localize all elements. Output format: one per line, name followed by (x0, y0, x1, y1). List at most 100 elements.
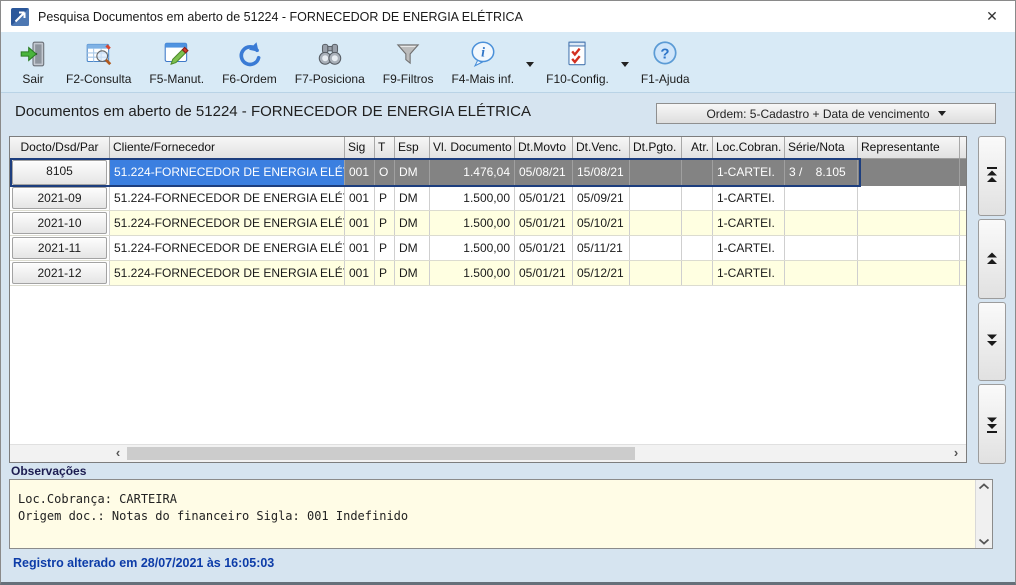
horizontal-scrollbar[interactable]: ‹ › (10, 444, 966, 462)
table-cell[interactable] (630, 159, 682, 186)
page-down-button[interactable] (978, 302, 1006, 382)
table-cell[interactable]: 001 (345, 159, 375, 186)
table-cell[interactable] (630, 236, 682, 260)
table-cell[interactable] (960, 236, 967, 260)
table-cell[interactable] (960, 186, 967, 210)
table-cell[interactable] (630, 211, 682, 235)
docto-button[interactable]: 2021-12 (12, 262, 107, 284)
table-cell[interactable]: 001 (345, 211, 375, 235)
table-cell[interactable] (785, 211, 858, 235)
table-cell[interactable]: 001 (345, 236, 375, 260)
table-cell[interactable]: 1.476,04 (430, 159, 515, 186)
table-cell[interactable]: P (375, 211, 395, 235)
column-header-s-rie-nota[interactable]: Série/Nota (785, 137, 858, 158)
table-cell[interactable] (960, 159, 967, 186)
config-dropdown-button[interactable] (618, 60, 632, 69)
table-cell[interactable]: 05/01/21 (515, 211, 573, 235)
table-cell[interactable] (858, 236, 960, 260)
table-cell[interactable]: 1-CARTEI. (713, 211, 785, 235)
close-button[interactable]: ✕ (975, 4, 1009, 29)
table-cell[interactable]: 1-CARTEI. (713, 159, 785, 186)
table-cell[interactable]: DM (395, 236, 430, 260)
table-row[interactable]: 2021-1051.224-FORNECEDOR DE ENERGIA ELÉT… (10, 211, 966, 236)
table-cell[interactable] (960, 261, 967, 285)
table-row[interactable]: 2021-1151.224-FORNECEDOR DE ENERGIA ELÉT… (10, 236, 966, 261)
table-row[interactable]: 2021-0951.224-FORNECEDOR DE ENERGIA ELÉT… (10, 186, 966, 211)
docto-button[interactable]: 2021-09 (12, 187, 107, 209)
column-header-vl-documento[interactable]: Vl. Documento (430, 137, 515, 158)
column-header-t[interactable]: T (375, 137, 395, 158)
row-header-cell[interactable]: 2021-12 (10, 261, 110, 285)
toolbar-button-f9-filtros[interactable]: F9-Filtros (374, 36, 443, 88)
table-cell[interactable]: 51.224-FORNECEDOR DE ENERGIA ELÉTRICA (110, 186, 345, 210)
toolbar-button-f5-manut[interactable]: F5-Manut. (140, 36, 213, 88)
table-cell[interactable]: O (375, 159, 395, 186)
table-cell[interactable] (960, 211, 967, 235)
table-cell[interactable] (785, 236, 858, 260)
column-header-atr[interactable]: Atr. (682, 137, 713, 158)
table-cell[interactable]: 1-CARTEI. (713, 186, 785, 210)
table-row[interactable]: 2021-1251.224-FORNECEDOR DE ENERGIA ELÉT… (10, 261, 966, 286)
toolbar-button-f2-consulta[interactable]: F2-Consulta (57, 36, 140, 88)
table-cell[interactable]: 1.500,00 (430, 261, 515, 285)
table-cell[interactable]: 001 (345, 261, 375, 285)
table-cell[interactable] (858, 211, 960, 235)
row-header-cell[interactable]: 2021-11 (10, 236, 110, 260)
toolbar-button-f7-posiciona[interactable]: F7-Posiciona (286, 36, 374, 88)
row-header-cell[interactable]: 8105 (10, 159, 110, 186)
column-header-sig[interactable]: Sig (345, 137, 375, 158)
toolbar-button-f10-config[interactable]: F10-Config. (537, 36, 618, 88)
scroll-left-button[interactable]: ‹ (110, 445, 126, 462)
table-cell[interactable]: DM (395, 186, 430, 210)
table-cell[interactable]: 1-CARTEI. (713, 236, 785, 260)
table-cell[interactable] (785, 186, 858, 210)
table-cell[interactable]: 001 (345, 186, 375, 210)
table-cell[interactable]: 51.224-FORNECEDOR DE ENERGIA ELÉTRICA (110, 236, 345, 260)
column-header-loc-cobran[interactable]: Loc.Cobran. (713, 137, 785, 158)
row-header-cell[interactable]: 2021-10 (10, 211, 110, 235)
column-header-esp[interactable]: Esp (395, 137, 430, 158)
toolbar-button-sair[interactable]: Sair (9, 36, 57, 88)
table-cell[interactable]: 05/01/21 (515, 261, 573, 285)
table-cell[interactable] (682, 159, 713, 186)
scroll-right-button[interactable]: › (948, 445, 964, 462)
docto-button[interactable]: 2021-11 (12, 237, 107, 259)
column-header-dt-pgto[interactable]: Dt.Pgto. (630, 137, 682, 158)
table-cell[interactable] (785, 261, 858, 285)
toolbar-button-f6-ordem[interactable]: F6-Ordem (213, 36, 286, 88)
row-header-cell[interactable]: 2021-09 (10, 186, 110, 210)
column-header-docto-dsd-par[interactable]: Docto/Dsd/Par (10, 137, 110, 158)
table-cell[interactable]: P (375, 261, 395, 285)
mais-inf-dropdown-button[interactable] (523, 60, 537, 69)
table-cell[interactable]: 05/08/21 (515, 159, 573, 186)
observations-scrollbar[interactable] (975, 480, 992, 548)
column-header-dt-movto[interactable]: Dt.Movto (515, 137, 573, 158)
table-cell[interactable]: 05/11/21 (573, 236, 630, 260)
table-cell[interactable] (858, 159, 960, 186)
table-cell[interactable]: P (375, 236, 395, 260)
last-record-button[interactable] (978, 384, 1006, 464)
table-cell[interactable]: 1.500,00 (430, 186, 515, 210)
column-header-representante[interactable]: Representante (858, 137, 960, 158)
first-record-button[interactable] (978, 136, 1006, 216)
table-cell[interactable]: 1-CARTEI. (713, 261, 785, 285)
table-cell[interactable] (858, 261, 960, 285)
order-dropdown-button[interactable]: Ordem: 5-Cadastro + Data de vencimento (656, 103, 996, 124)
table-cell[interactable]: DM (395, 211, 430, 235)
table-cell[interactable]: 05/01/21 (515, 186, 573, 210)
table-cell[interactable]: 05/09/21 (573, 186, 630, 210)
table-cell[interactable] (682, 211, 713, 235)
table-cell[interactable] (630, 261, 682, 285)
column-header-cliente-fornecedor[interactable]: Cliente/Fornecedor (110, 137, 345, 158)
column-header-extra[interactable] (960, 137, 967, 158)
table-cell[interactable]: 51.224-FORNECEDOR DE ENERGIA ELÉTRICA (110, 159, 345, 186)
table-cell[interactable] (858, 186, 960, 210)
table-cell[interactable]: DM (395, 159, 430, 186)
toolbar-button-f1-ajuda[interactable]: ? F1-Ajuda (632, 36, 699, 88)
table-cell[interactable]: 05/01/21 (515, 236, 573, 260)
table-cell[interactable]: DM (395, 261, 430, 285)
table-cell[interactable]: P (375, 186, 395, 210)
table-cell[interactable]: 51.224-FORNECEDOR DE ENERGIA ELÉTRICA (110, 211, 345, 235)
toolbar-button-f4-mais-inf[interactable]: i F4-Mais inf. (442, 36, 523, 88)
table-cell[interactable] (630, 186, 682, 210)
